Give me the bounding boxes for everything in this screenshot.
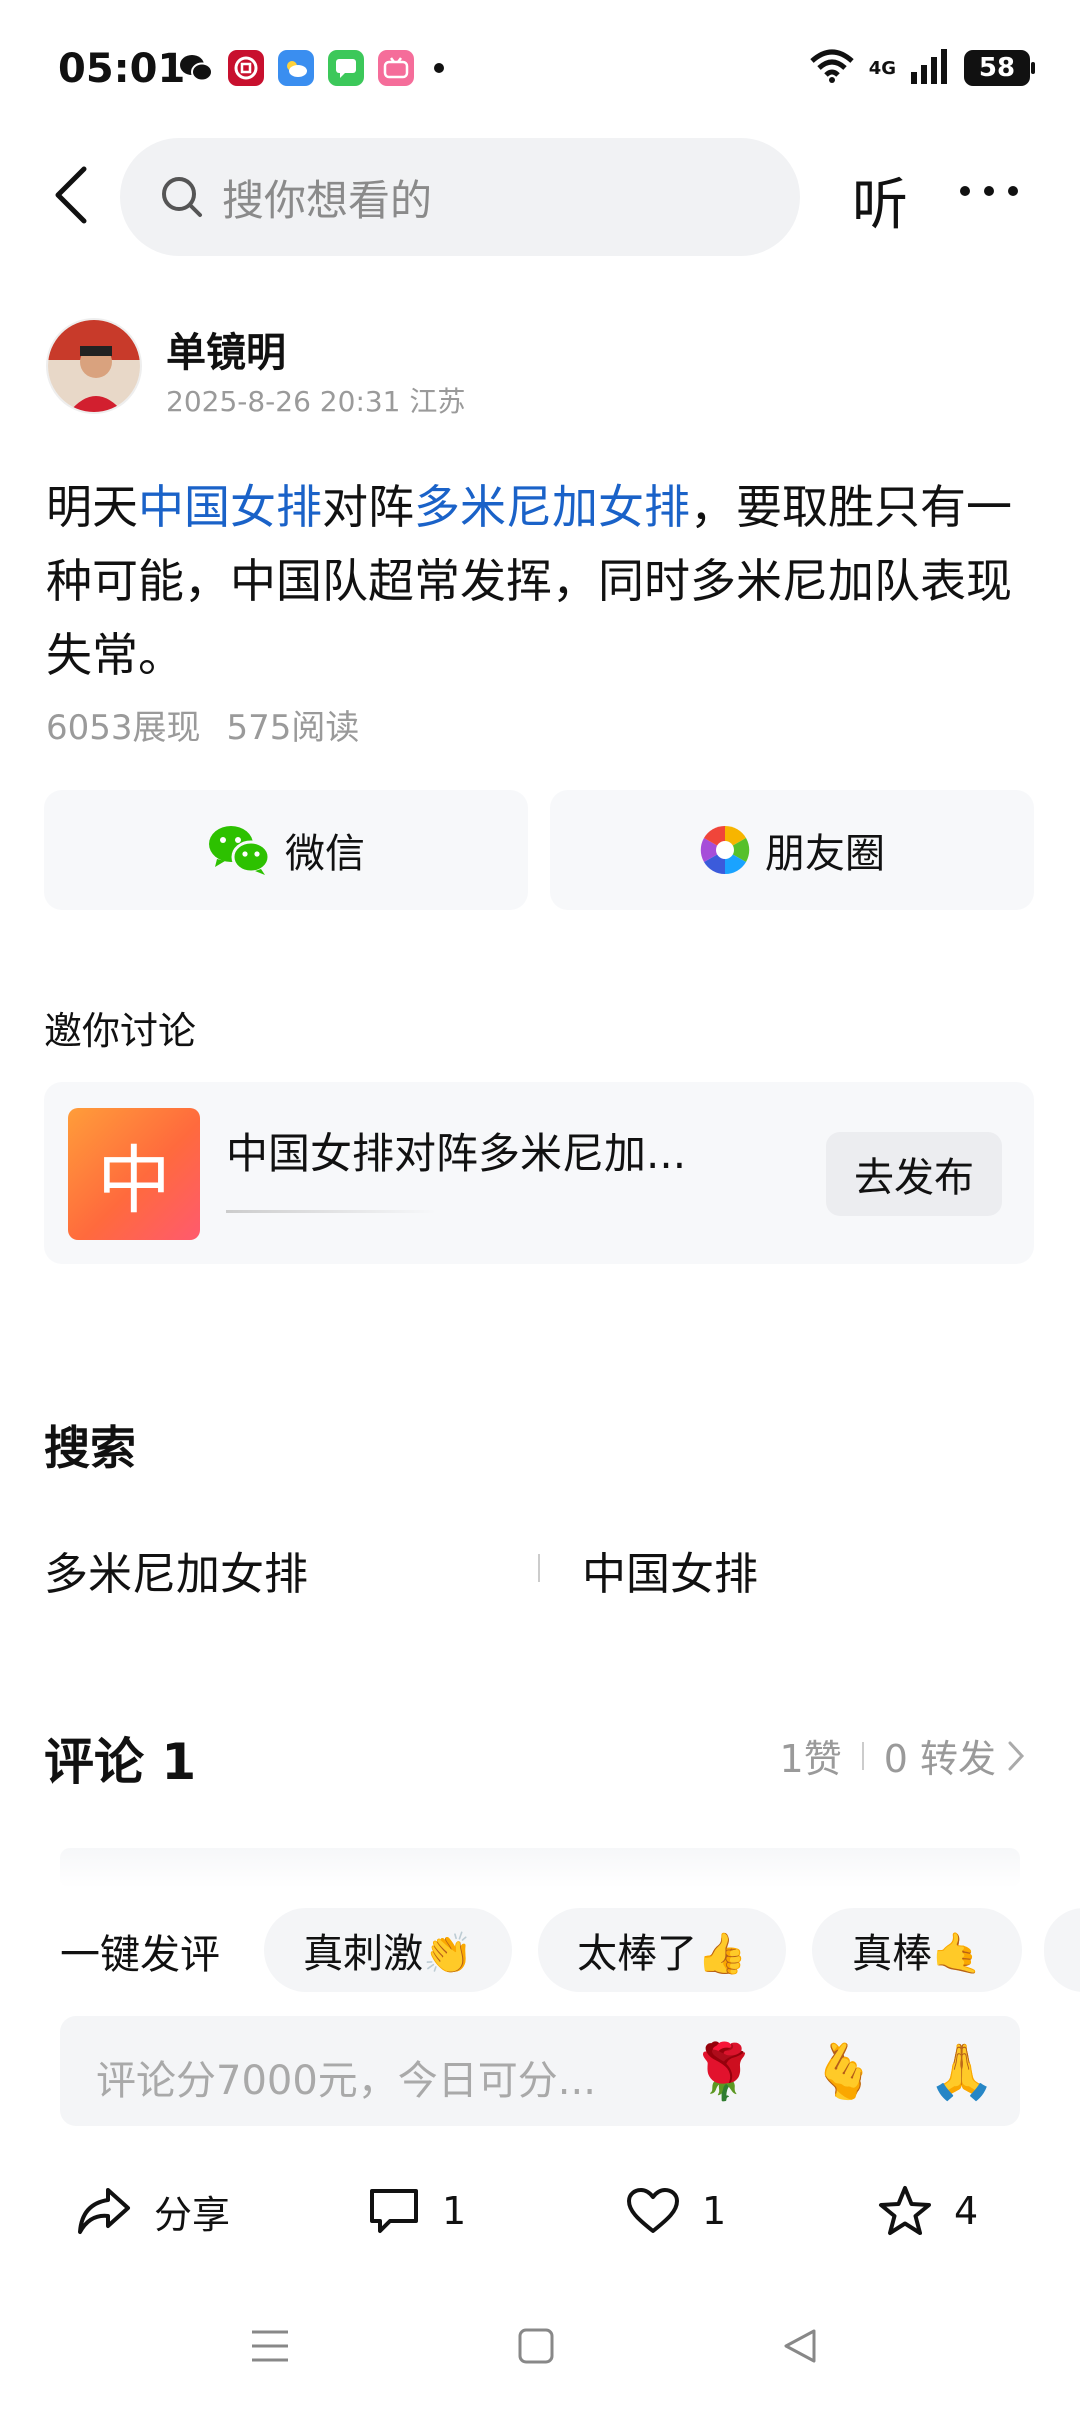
favorite-action[interactable]: 4 bbox=[878, 2176, 978, 2246]
comment-action[interactable]: 1 bbox=[368, 2176, 466, 2246]
topic-thumbnail: 中 bbox=[68, 1108, 200, 1240]
comment-input[interactable]: 评论分7000元，今日可分... 🌹 🫰 🙏 bbox=[60, 2016, 1020, 2126]
square-home-icon bbox=[518, 2328, 554, 2364]
wifi-icon bbox=[809, 49, 855, 87]
comment-preview-strip bbox=[60, 1848, 1020, 1888]
message-icon bbox=[328, 50, 364, 86]
post-stats: 6053展现 575阅读 bbox=[46, 700, 359, 749]
comments-meta[interactable]: 1赞 0 转发 bbox=[780, 1728, 1026, 1783]
star-icon bbox=[879, 2186, 931, 2235]
quick-comment-row: 一键发评 真刺激👏 太棒了👍 真棒🤙 bbox=[60, 1908, 1080, 1992]
quick-comment-chip[interactable]: 太棒了👍 bbox=[538, 1908, 786, 1992]
reposts-count: 0 转发 bbox=[883, 1737, 996, 1781]
notification-icons bbox=[178, 50, 444, 86]
meta-divider bbox=[861, 1741, 864, 1770]
status-bar: 05:01 4G 58 bbox=[0, 0, 1080, 140]
back-arrow-icon bbox=[55, 166, 87, 224]
more-dot-icon bbox=[960, 186, 970, 196]
topic-link-china-team[interactable]: 中国女排 bbox=[138, 480, 322, 534]
triangle-back-icon bbox=[784, 2329, 816, 2363]
more-notifications-dot bbox=[434, 63, 444, 73]
search-icon bbox=[162, 177, 202, 217]
comments-title: 评论 1 bbox=[44, 1733, 197, 1791]
comment-input-placeholder: 评论分7000元，今日可分... bbox=[96, 2058, 596, 2104]
term-divider bbox=[538, 1554, 540, 1582]
search-bar[interactable]: 搜你想看的 bbox=[120, 138, 800, 256]
status-time: 05:01 bbox=[58, 46, 186, 92]
wechat-icon bbox=[178, 50, 214, 86]
post-text: 明天 bbox=[46, 480, 138, 534]
like-action-count: 1 bbox=[702, 2189, 727, 2233]
pray-emoji-button[interactable]: 🙏 bbox=[928, 2042, 995, 2102]
bank-app-icon bbox=[228, 50, 264, 86]
related-search-term[interactable]: 中国女排 bbox=[582, 1538, 758, 1602]
impressions-count: 6053展现 bbox=[46, 708, 201, 748]
bilibili-icon bbox=[378, 50, 414, 86]
back-button[interactable] bbox=[50, 165, 94, 225]
rose-emoji-button[interactable]: 🌹 bbox=[690, 2042, 757, 2102]
author-name[interactable]: 单镜明 bbox=[166, 320, 286, 378]
share-wechat-label: 微信 bbox=[285, 831, 365, 877]
invite-discussion-title: 邀你讨论 bbox=[44, 1009, 197, 1053]
recent-apps-button[interactable] bbox=[250, 2328, 290, 2368]
avatar[interactable] bbox=[46, 318, 142, 414]
chevron-right-icon bbox=[1008, 1741, 1025, 1770]
listen-button[interactable]: 听 bbox=[852, 160, 908, 241]
quick-comment-chip[interactable]: 真刺激👏 bbox=[264, 1908, 512, 1992]
system-back-button[interactable] bbox=[782, 2328, 818, 2368]
likes-count: 1赞 bbox=[779, 1737, 842, 1781]
related-search-term[interactable]: 多米尼加女排 bbox=[44, 1538, 308, 1602]
comment-bubble-icon bbox=[370, 2189, 418, 2233]
share-moments-label: 朋友圈 bbox=[765, 831, 885, 877]
top-header: 搜你想看的 听 bbox=[0, 130, 1080, 260]
share-wechat-button[interactable]: 微信 bbox=[44, 790, 528, 910]
signal-icon bbox=[910, 48, 950, 88]
post-body: 明天中国女排对阵多米尼加女排，要取胜只有一种可能，中国队超常发挥，同时多米尼加队… bbox=[46, 470, 1036, 692]
publish-button[interactable]: 去发布 bbox=[826, 1132, 1002, 1216]
weather-icon bbox=[278, 50, 314, 86]
search-section-title: 搜索 bbox=[44, 1421, 136, 1475]
moments-icon bbox=[700, 825, 750, 875]
quick-comment-label: 一键发评 bbox=[60, 1932, 220, 1978]
more-dot-icon bbox=[984, 186, 994, 196]
invite-topic-text: 中国女排对阵多米尼加... bbox=[226, 1129, 687, 1178]
related-search-row: 多米尼加女排 中国女排 bbox=[44, 1532, 1034, 1602]
share-moments-button[interactable]: 朋友圈 bbox=[550, 790, 1034, 910]
share-action-label: 分享 bbox=[154, 2192, 231, 2237]
comment-action-count: 1 bbox=[442, 2189, 467, 2233]
favorite-action-count: 4 bbox=[954, 2189, 979, 2233]
topic-link-dominican-team[interactable]: 多米尼加女排 bbox=[414, 480, 690, 534]
share-arrow-icon bbox=[78, 2188, 130, 2234]
post-timestamp-location: 2025-8-26 20:31 江苏 bbox=[166, 385, 466, 418]
home-button[interactable] bbox=[518, 2328, 554, 2368]
more-options-button[interactable] bbox=[960, 186, 1018, 196]
invite-topic-subline bbox=[226, 1196, 446, 1224]
post-text: 对阵 bbox=[322, 480, 414, 534]
battery-indicator: 58 bbox=[964, 50, 1035, 86]
quick-comment-chip-partial[interactable] bbox=[1044, 1908, 1080, 1992]
system-nav-bar bbox=[0, 2306, 1080, 2386]
share-action[interactable]: 分享 bbox=[76, 2176, 230, 2246]
like-action[interactable]: 1 bbox=[626, 2176, 726, 2246]
menu-icon bbox=[252, 2330, 288, 2362]
finger-heart-emoji-button[interactable]: 🫰 bbox=[810, 2042, 877, 2102]
network-type: 4G bbox=[868, 57, 896, 79]
quick-comment-chip[interactable]: 真棒🤙 bbox=[812, 1908, 1022, 1992]
subline-divider bbox=[226, 1210, 436, 1213]
wechat-icon bbox=[209, 826, 271, 875]
invite-discussion-card[interactable]: 中 中国女排对阵多米尼加... 去发布 bbox=[44, 1082, 1034, 1264]
reads-count: 575阅读 bbox=[226, 708, 360, 748]
more-dot-icon bbox=[1008, 186, 1018, 196]
heart-icon bbox=[627, 2188, 679, 2233]
search-placeholder: 搜你想看的 bbox=[222, 175, 433, 225]
system-icons: 4G 58 bbox=[809, 48, 1035, 88]
